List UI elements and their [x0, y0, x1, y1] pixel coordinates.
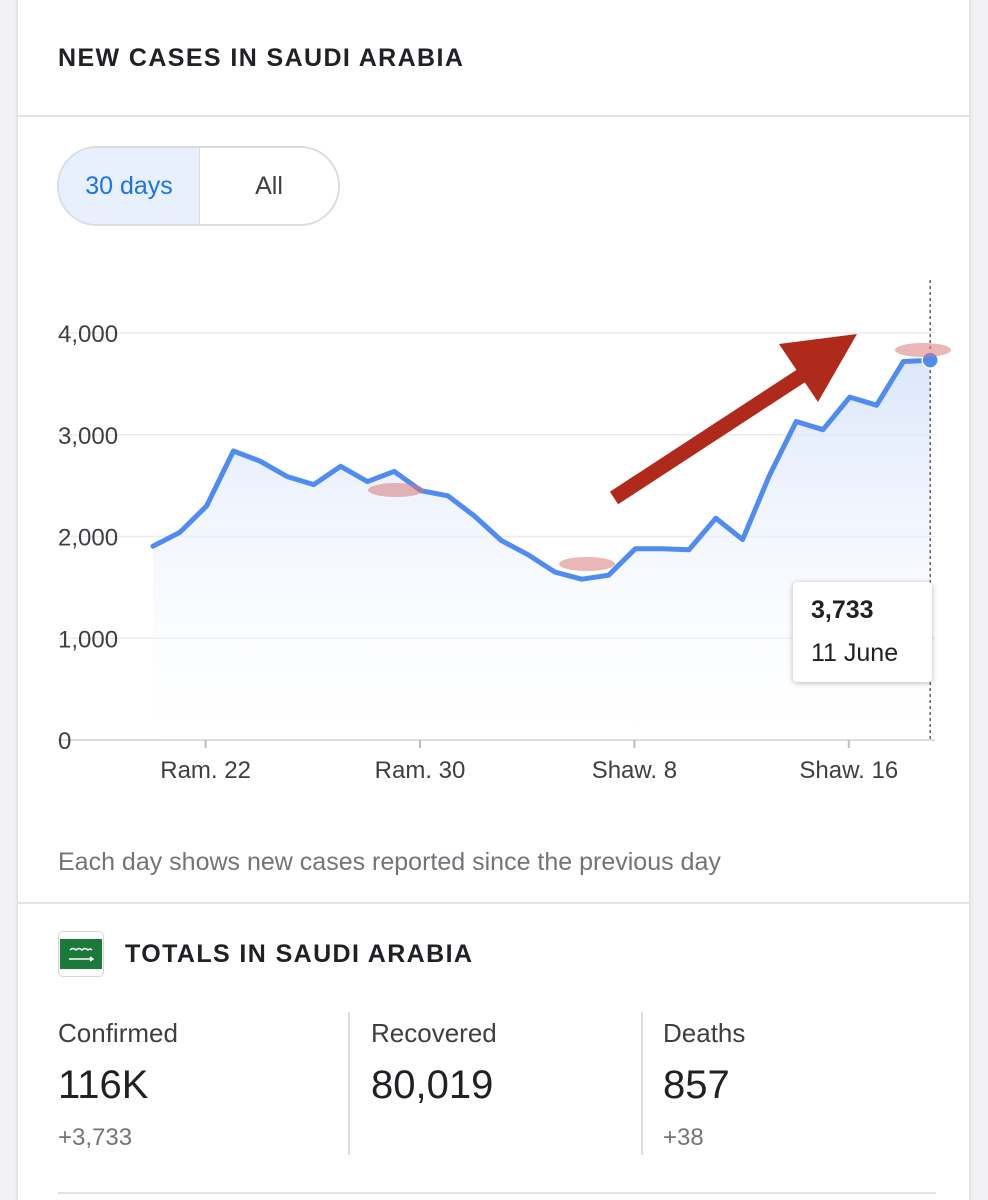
stat-confirmed-delta: +3,733 — [58, 1124, 133, 1151]
stat-separator — [348, 1012, 350, 1155]
y-tick-label: 4,000 — [58, 321, 118, 348]
y-tick-label: 2,000 — [58, 525, 118, 552]
series-area — [153, 360, 931, 740]
y-tick-label: 0 — [58, 728, 71, 755]
chart-footnote: Each day shows new cases reported since … — [58, 848, 721, 876]
stat-confirmed: Confirmed 116K +3,733 — [58, 1018, 178, 1152]
highlight-marker — [559, 557, 615, 571]
stat-deaths-value: 857 — [663, 1063, 730, 1107]
totals-title: TOTALS IN SAUDI ARABIA — [125, 940, 474, 968]
x-tick-label: Shaw. 16 — [799, 757, 898, 784]
chart-tooltip: 3,733 11 June — [793, 582, 932, 682]
stat-confirmed-value: 116K — [58, 1063, 149, 1107]
bottom-divider — [58, 1192, 936, 1194]
x-tick-label: Shaw. 8 — [592, 757, 677, 784]
stat-deaths-delta: +38 — [663, 1124, 704, 1151]
stat-recovered: Recovered 80,019 — [371, 1018, 497, 1108]
stat-recovered-value: 80,019 — [371, 1063, 494, 1107]
y-tick-label: 1,000 — [58, 626, 118, 653]
tooltip-date: 11 June — [811, 639, 899, 667]
highlight-marker — [895, 343, 951, 357]
stat-deaths-label: Deaths — [663, 1018, 746, 1048]
y-tick-label: 3,000 — [58, 423, 118, 450]
stat-recovered-label: Recovered — [371, 1018, 497, 1048]
stat-confirmed-label: Confirmed — [58, 1018, 178, 1048]
x-tick-label: Ram. 30 — [375, 757, 466, 784]
section-divider — [18, 902, 969, 904]
tooltip-value: 3,733 — [811, 596, 874, 624]
trend-arrow-head — [779, 334, 857, 402]
x-tick-label: Ram. 22 — [160, 757, 251, 784]
saudi-arabia-flag-icon — [58, 931, 104, 977]
stat-deaths: Deaths 857 +38 — [663, 1018, 745, 1152]
highlight-marker — [368, 483, 424, 497]
stat-separator — [641, 1012, 643, 1155]
